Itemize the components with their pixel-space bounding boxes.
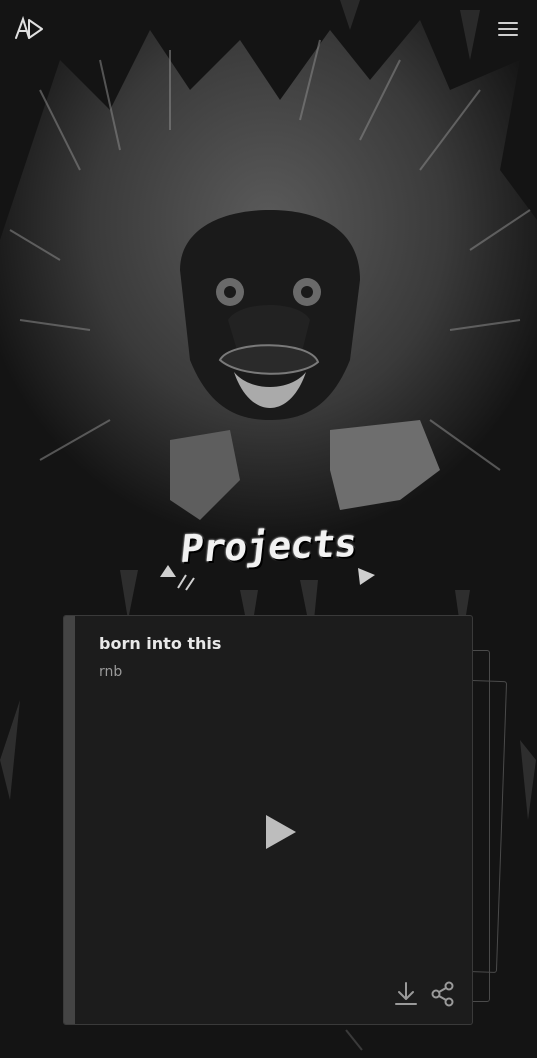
track-title: born into this (99, 634, 222, 653)
play-button[interactable] (263, 812, 299, 852)
ad-monogram-icon (15, 15, 43, 39)
share-icon (431, 981, 454, 1007)
download-button[interactable] (393, 980, 419, 1008)
play-icon (266, 815, 296, 849)
logo[interactable] (14, 14, 46, 42)
track-genre: rnb (99, 664, 123, 680)
hamburger-menu-icon (498, 22, 518, 24)
share-button[interactable] (430, 981, 456, 1007)
download-icon (395, 982, 417, 1005)
track-card[interactable]: born into this rnb (63, 615, 473, 1025)
card-spine (64, 616, 75, 1024)
menu-button[interactable] (496, 18, 520, 40)
